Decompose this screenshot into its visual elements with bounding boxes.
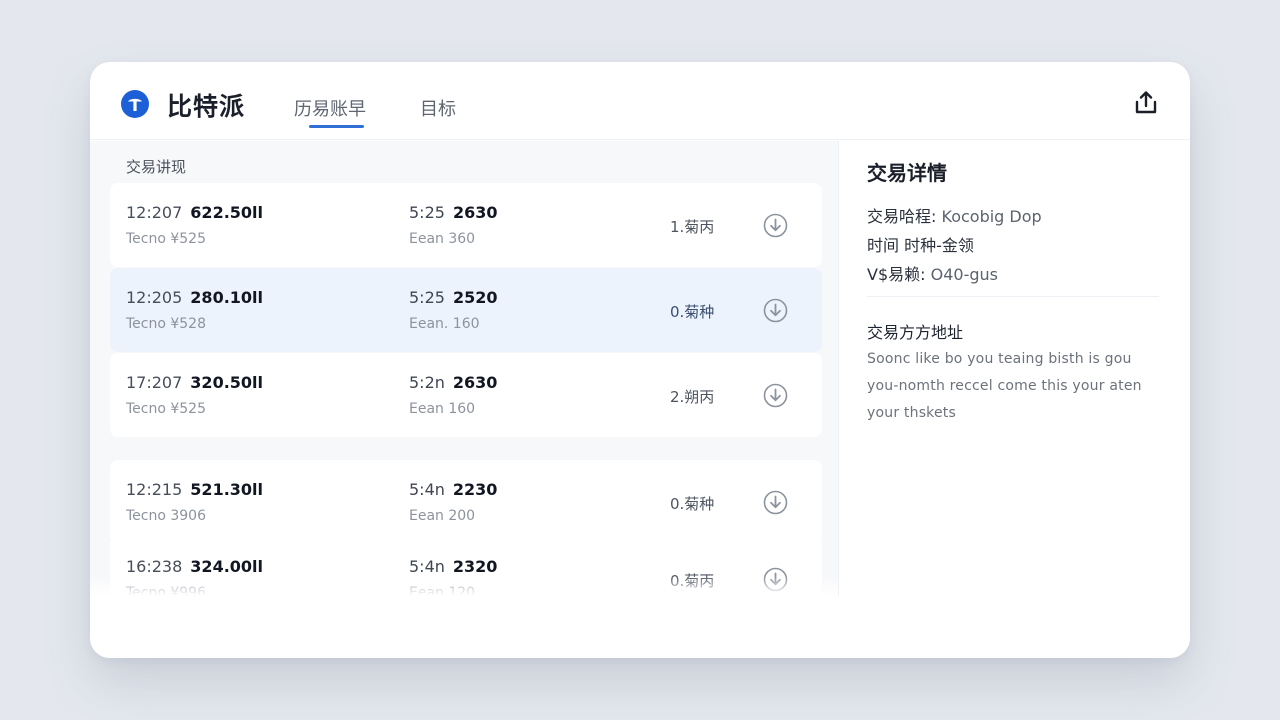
bitpie-logo-icon	[121, 90, 149, 118]
row-subtext: Tecno ¥525	[126, 401, 207, 417]
scroll-fade	[90, 576, 838, 596]
main-window: 比特派 历易账早 目标 交易讲现 12:207 622.50ll Tecno ¥52…	[90, 62, 1190, 658]
row-time-amount-2: 5:25 2630	[409, 203, 497, 222]
table-row[interactable]: 12:215 521.30ll Tecno 3906 5:4n 2230 Eean 200…	[110, 460, 822, 544]
row-status: 0.菊种	[670, 303, 715, 321]
row-subtext-2: Eean 160	[409, 401, 476, 417]
row-amount-2: 2520	[452, 288, 498, 307]
row-amount-2: 2230	[452, 480, 498, 499]
address-title: 交易方方地址	[867, 323, 964, 342]
row-amount-2: 2630	[452, 203, 498, 222]
download-icon[interactable]	[763, 213, 788, 238]
download-icon[interactable]	[763, 298, 788, 323]
address-line: Soonc like bo you teaing bisth is gou	[867, 351, 1132, 367]
row-time-amount: 12:215 521.30ll	[126, 480, 263, 499]
row-time-amount-2: 5:25 2520	[409, 288, 497, 307]
row-time-amount: 17:207 320.50ll	[126, 373, 263, 392]
row-status: 2.朔丙	[670, 388, 715, 406]
row-time-2: 5:25	[409, 203, 445, 222]
tab-history[interactable]: 历易账早	[294, 95, 366, 121]
row-subtext-2: Eean 360	[409, 231, 476, 247]
row-subtext-2: Eean. 160	[409, 316, 480, 332]
row-time-amount-2: 5:4n 2320	[409, 557, 497, 576]
row-time-2: 5:4n	[409, 480, 445, 499]
row-time-2: 5:2n	[409, 373, 445, 392]
row-amount: 280.10ll	[190, 288, 264, 307]
row-subtext-2: Eean 200	[409, 508, 476, 524]
row-amount: 324.00ll	[190, 557, 264, 576]
tab-target[interactable]: 目标	[420, 95, 456, 121]
download-icon[interactable]	[763, 383, 788, 408]
share-icon[interactable]	[1132, 89, 1160, 117]
row-time-amount: 12:207 622.50ll	[126, 203, 263, 222]
row-time-amount: 12:205 280.10ll	[126, 288, 263, 307]
detail-fee: V$易赖: O40-gus	[867, 261, 998, 285]
detail-divider	[867, 296, 1159, 297]
row-time: 17:207	[126, 373, 183, 392]
download-icon[interactable]	[763, 490, 788, 515]
row-time-amount-2: 5:2n 2630	[409, 373, 497, 392]
hash-value[interactable]: Kocobig Dop	[942, 207, 1042, 226]
row-amount: 622.50ll	[190, 203, 264, 222]
detail-title: 交易详情	[867, 161, 947, 185]
row-time: 12:205	[126, 288, 183, 307]
row-amount-2: 2320	[452, 557, 498, 576]
row-time-2: 5:25	[409, 288, 445, 307]
footer-area	[90, 596, 1190, 658]
table-row[interactable]: 17:207 320.50ll Tecno ¥525 5:2n 2630 Eean 160…	[110, 353, 822, 437]
row-subtext: Tecno ¥525	[126, 231, 207, 247]
row-amount-2: 2630	[452, 373, 498, 392]
row-time: 12:215	[126, 480, 183, 499]
row-time: 12:207	[126, 203, 183, 222]
app-name: 比特派	[167, 92, 246, 121]
table-row[interactable]: 12:205 280.10ll Tecno ¥528 5:25 2520 Eean. 16…	[110, 268, 822, 352]
row-amount: 320.50ll	[190, 373, 264, 392]
row-subtext: Tecno ¥528	[126, 316, 207, 332]
detail-time: 时间 时种-金领	[867, 236, 974, 255]
row-status: 0.菊种	[670, 495, 715, 513]
fee-value: O40-gus	[930, 265, 998, 284]
row-amount: 521.30ll	[190, 480, 264, 499]
address-line: you-nomth reccel come this your aten	[867, 378, 1142, 394]
list-title: 交易讲现	[126, 158, 187, 176]
row-time-amount: 16:238 324.00ll	[126, 557, 263, 576]
table-row[interactable]: 12:207 622.50ll Tecno ¥525 5:25 2630 Eean 360…	[110, 183, 822, 267]
transaction-detail-panel: 交易详情 交易哈程: Kocobig Dop 时间 时种-金领 V$易赖: O4…	[838, 141, 1190, 596]
active-tab-indicator	[309, 125, 364, 128]
row-time-2: 5:4n	[409, 557, 445, 576]
row-subtext: Tecno 3906	[126, 508, 207, 524]
hash-label: 交易哈程:	[867, 207, 937, 226]
detail-hash: 交易哈程: Kocobig Dop	[867, 203, 1042, 227]
address-line: your thskets	[867, 405, 956, 421]
row-time: 16:238	[126, 557, 183, 576]
transaction-list-panel: 交易讲现 12:207 622.50ll Tecno ¥525 5:25 2630 Eea…	[90, 141, 838, 596]
fee-label: V$易赖:	[867, 265, 926, 284]
row-time-amount-2: 5:4n 2230	[409, 480, 497, 499]
app-header: 比特派 历易账早 目标	[90, 62, 1190, 140]
row-status: 1.菊丙	[670, 218, 715, 236]
